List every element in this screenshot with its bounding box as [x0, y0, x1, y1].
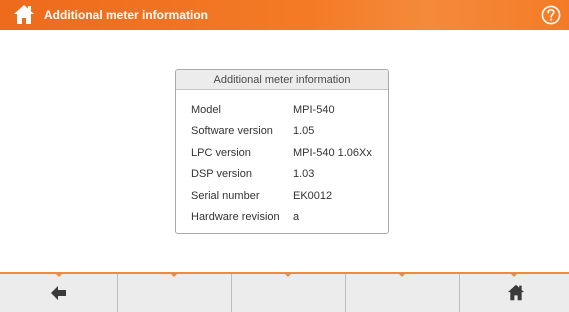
info-row-serial-number: Serial number EK0012 [191, 190, 381, 211]
info-row-lpc-version: LPC version MPI-540 1.06Xx [191, 147, 381, 168]
empty-button-2[interactable] [118, 274, 232, 312]
key-notch [171, 274, 177, 277]
info-rows: Model MPI-540 Software version 1.05 LPC … [191, 104, 381, 232]
info-label: Software version [191, 125, 273, 138]
key-notch [511, 274, 517, 277]
empty-button-3[interactable] [232, 274, 346, 312]
back-button[interactable] [0, 274, 118, 312]
bottom-button-bar [0, 272, 569, 312]
home-icon [14, 5, 34, 24]
info-row-software-version: Software version 1.05 [191, 125, 381, 146]
key-notch [285, 274, 291, 277]
home-button[interactable] [460, 274, 569, 312]
info-row-dsp-version: DSP version 1.03 [191, 168, 381, 189]
info-label: Model [191, 104, 221, 116]
info-label: LPC version [191, 146, 251, 159]
arrow-left-icon [51, 286, 66, 300]
home-icon [507, 284, 525, 301]
empty-button-4[interactable] [346, 274, 460, 312]
key-notch [399, 274, 405, 277]
panel-title: Additional meter information [176, 70, 388, 90]
key-notch [56, 274, 62, 277]
info-value: MPI-540 [293, 104, 335, 116]
info-value: 1.05 [293, 125, 315, 138]
info-label: DSP version [191, 168, 252, 181]
header-bar: Additional meter information [0, 0, 569, 30]
info-row-model: Model MPI-540 [191, 104, 381, 125]
info-value: MPI-540 1.06Xx [293, 146, 372, 159]
info-row-hardware-revision: Hardware revision a [191, 211, 381, 232]
meter-info-panel: Additional meter information Model MPI-5… [175, 69, 389, 234]
info-value: EK0012 [293, 189, 333, 202]
info-value: a [293, 210, 300, 223]
help-button[interactable] [541, 5, 561, 25]
header-home-button[interactable] [13, 4, 35, 25]
info-label: Serial number [191, 189, 260, 202]
info-label: Hardware revision [191, 210, 280, 223]
page-title: Additional meter information [44, 8, 209, 22]
info-value: 1.03 [293, 168, 315, 181]
help-icon [541, 5, 561, 25]
